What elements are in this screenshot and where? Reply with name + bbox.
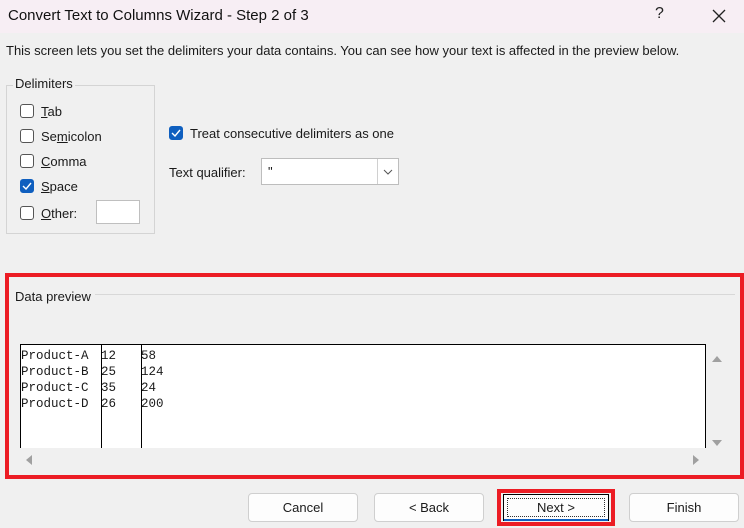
tab-label: Tab xyxy=(41,103,62,119)
checkbox-box xyxy=(20,129,34,143)
consecutive-delimiters-label: Treat consecutive delimiters as one xyxy=(190,125,395,141)
text-qualifier-label: Text qualifier: xyxy=(169,165,246,180)
scroll-down-button[interactable] xyxy=(712,434,722,449)
next-button[interactable]: Next > xyxy=(503,494,609,521)
checkbox-box xyxy=(169,126,183,140)
triangle-up-icon xyxy=(712,356,722,362)
next-button-label: Next > xyxy=(537,500,575,515)
semicolon-label: Semicolon xyxy=(41,128,102,144)
default-indicator xyxy=(504,519,608,521)
text-qualifier-value: " xyxy=(268,164,273,179)
triangle-right-icon xyxy=(693,455,699,465)
space-label: Space xyxy=(41,178,78,194)
divider xyxy=(95,294,735,295)
preview-cell: Product-A xyxy=(21,349,89,363)
close-button[interactable] xyxy=(706,3,732,29)
chevron-down-icon xyxy=(383,169,393,175)
preview-cell: 124 xyxy=(141,365,164,379)
delimiters-group-label: Delimiters xyxy=(13,76,75,91)
checkbox-box xyxy=(20,179,34,193)
close-icon xyxy=(712,9,726,23)
preview-cell: 25 xyxy=(101,365,117,379)
preview-cell: 26 xyxy=(101,397,117,411)
scroll-up-button[interactable] xyxy=(712,350,722,365)
back-button[interactable]: < Back xyxy=(374,493,484,522)
other-label: Other: xyxy=(41,205,78,221)
description-text: This screen lets you set the delimiters … xyxy=(6,43,680,58)
triangle-left-icon xyxy=(26,455,32,465)
preview-cell: 24 xyxy=(141,381,157,395)
comma-label: Comma xyxy=(41,153,87,169)
horizontal-scrollbar[interactable] xyxy=(20,448,706,468)
other-delimiter-input[interactable] xyxy=(96,200,140,224)
semicolon-checkbox[interactable]: Semicolon xyxy=(20,127,102,145)
checkbox-box xyxy=(20,154,34,168)
preview-cell: 200 xyxy=(141,397,164,411)
checkmark-icon xyxy=(171,129,181,137)
triangle-down-icon xyxy=(712,440,722,446)
preview-cell: Product-C xyxy=(21,381,89,395)
title-bar: Convert Text to Columns Wizard - Step 2 … xyxy=(0,0,744,33)
checkbox-box xyxy=(20,104,34,118)
consecutive-delimiters-checkbox[interactable]: Treat consecutive delimiters as one xyxy=(169,124,394,142)
help-button[interactable]: ? xyxy=(655,5,664,23)
checkbox-box xyxy=(20,206,34,220)
window-title: Convert Text to Columns Wizard - Step 2 … xyxy=(8,7,309,24)
preview-cell: 58 xyxy=(141,349,157,363)
dropdown-button[interactable] xyxy=(377,159,398,184)
finish-button[interactable]: Finish xyxy=(629,493,739,522)
cancel-button[interactable]: Cancel xyxy=(248,493,358,522)
data-preview-grid[interactable]: Product-A 12 58 Product-B 25 124 Product-C 35 24… xyxy=(20,344,706,448)
preview-cell: 35 xyxy=(101,381,117,395)
vertical-scrollbar[interactable] xyxy=(707,344,727,448)
preview-cell: 12 xyxy=(101,349,117,363)
scroll-right-button[interactable] xyxy=(693,453,699,468)
preview-cell: Product-B xyxy=(21,365,89,379)
comma-checkbox[interactable]: Comma xyxy=(20,152,87,170)
tab-checkbox[interactable]: Tab xyxy=(20,102,62,120)
text-qualifier-select[interactable]: " xyxy=(261,158,399,185)
preview-cell: Product-D xyxy=(21,397,89,411)
checkmark-icon xyxy=(22,182,32,190)
data-preview-label: Data preview xyxy=(15,289,91,304)
space-checkbox[interactable]: Space xyxy=(20,177,78,195)
scroll-left-button[interactable] xyxy=(26,453,32,468)
other-checkbox[interactable]: Other: xyxy=(20,204,77,222)
